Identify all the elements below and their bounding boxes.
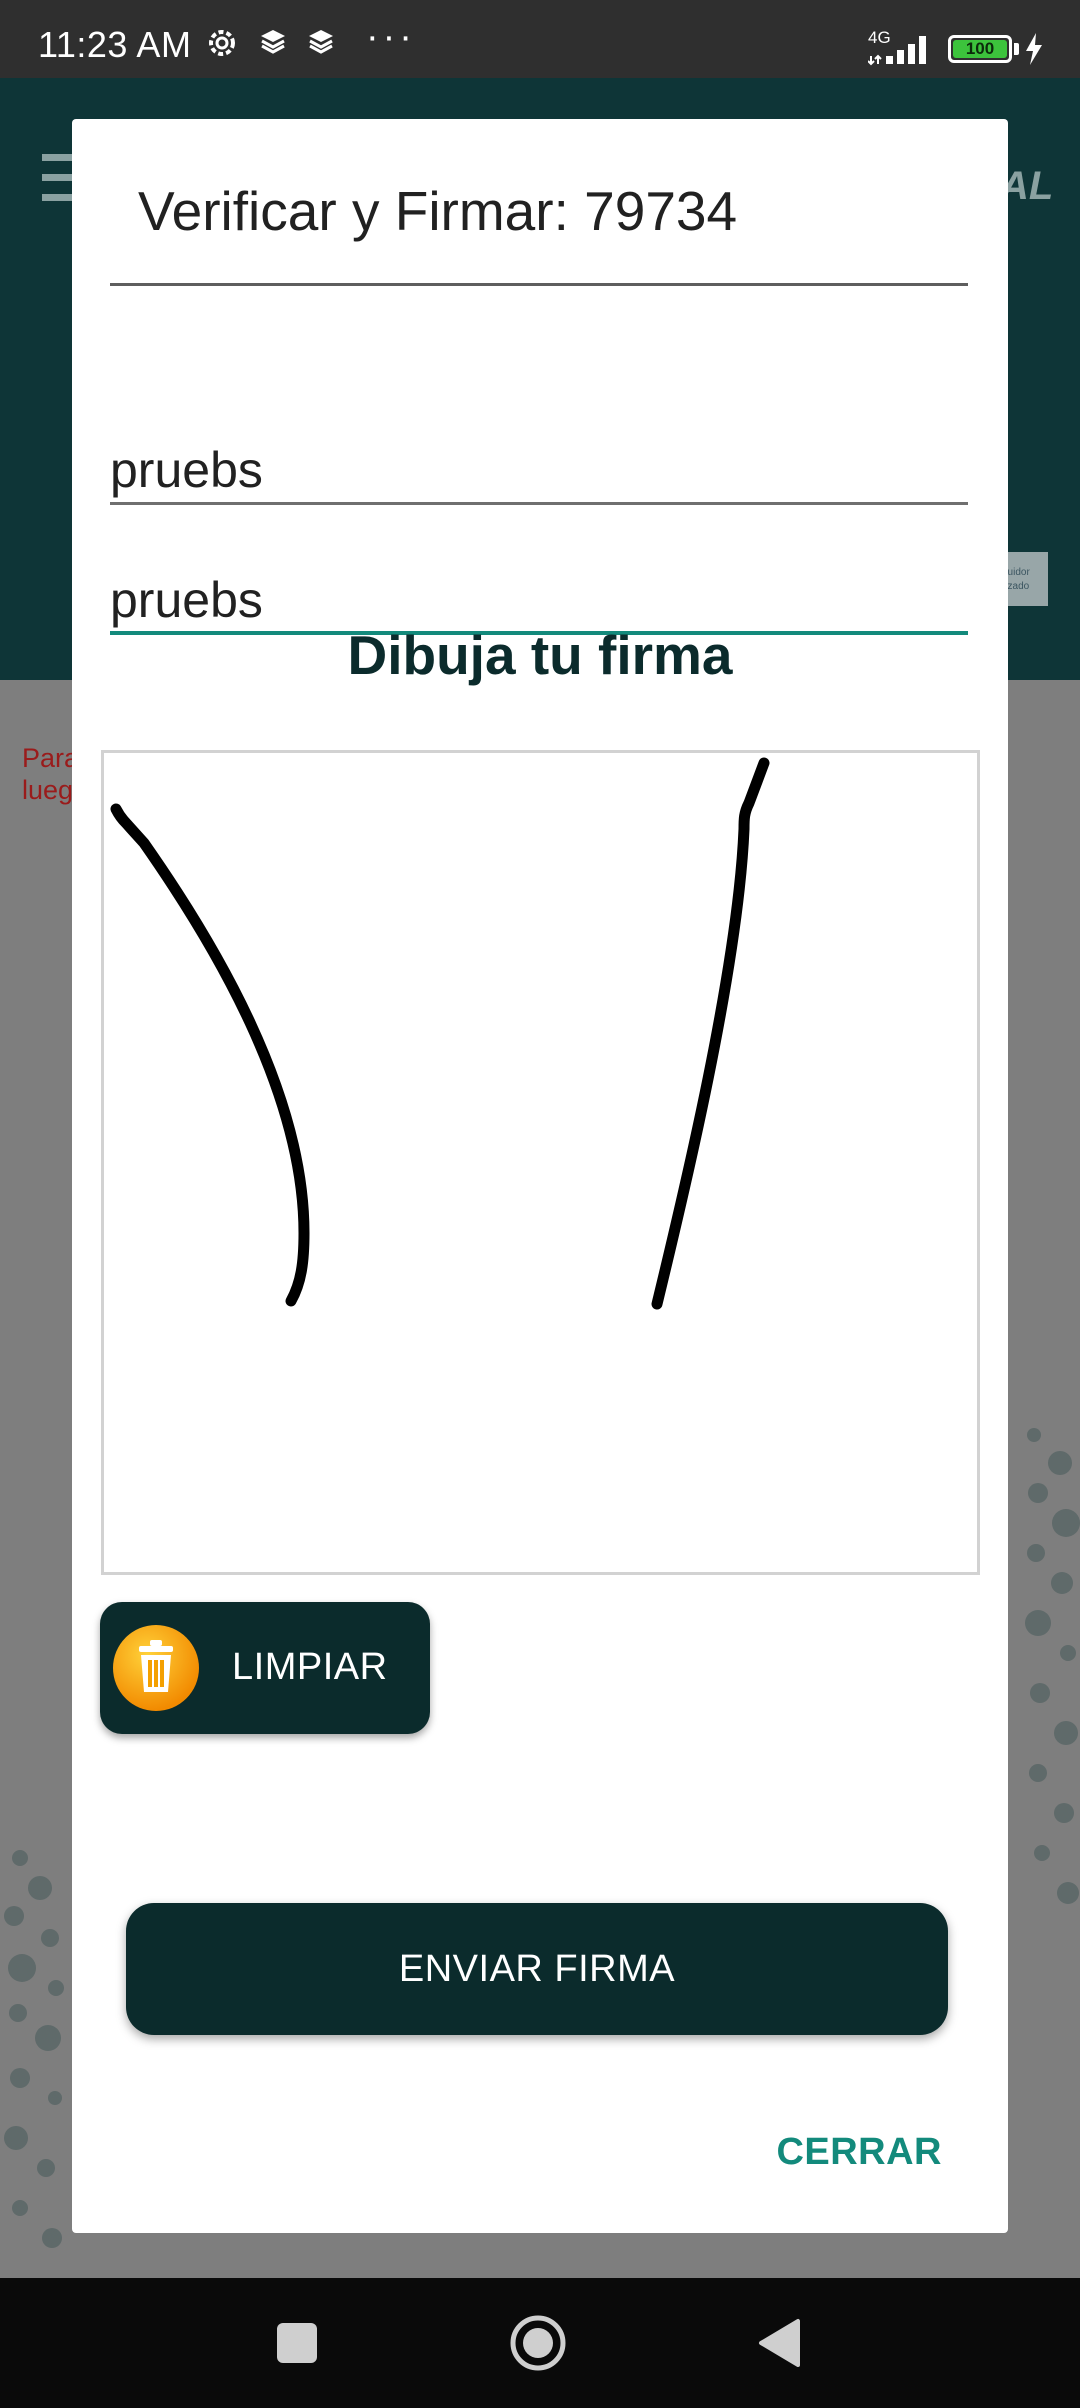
dialog-title: Verificar y Firmar: 79734 — [138, 180, 738, 242]
clear-button-label: LIMPIAR — [232, 1646, 388, 1688]
signature-pad[interactable] — [101, 750, 980, 1575]
trash-icon — [112, 1624, 200, 1712]
close-button[interactable]: CERRAR — [772, 2131, 942, 2174]
recent-apps-icon[interactable] — [276, 2322, 318, 2369]
title-divider — [110, 283, 968, 286]
document-input[interactable] — [110, 545, 968, 635]
battery-level: 100 — [953, 40, 1007, 58]
charging-bolt-icon — [1024, 32, 1044, 71]
draw-signature-heading: Dibuja tu firma — [347, 624, 733, 686]
battery-tip — [1014, 43, 1019, 55]
name-field-underline — [110, 502, 968, 505]
name-input[interactable] — [110, 415, 968, 505]
battery-icon: 100 — [948, 35, 1012, 63]
more-notifications-icon: ··· — [366, 16, 416, 58]
background-splatter-right — [1025, 1428, 1080, 1904]
back-icon[interactable] — [758, 2318, 802, 2373]
status-time: 11:23 AM — [38, 24, 192, 65]
document-field[interactable] — [110, 545, 968, 635]
background-message: Para lueg — [22, 743, 80, 805]
status-bar: 11:23 AM ··· 4G 100 — [0, 0, 1080, 78]
settings-gear-icon — [205, 26, 239, 65]
layers-icon — [258, 26, 288, 61]
sign-dialog: Verificar y Firmar: 79734 Dibuja tu firm… — [72, 119, 1008, 2233]
name-field[interactable] — [110, 415, 968, 505]
send-signature-button[interactable]: ENVIAR FIRMA — [126, 1903, 948, 2035]
signature-strokes — [110, 757, 770, 1310]
clear-button[interactable]: LIMPIAR — [100, 1602, 430, 1734]
background-splatter-left — [4, 1850, 64, 2248]
navigation-bar — [0, 2278, 1080, 2408]
home-icon[interactable] — [509, 2314, 567, 2377]
signal-icon — [867, 30, 936, 71]
layers-icon — [306, 26, 336, 61]
